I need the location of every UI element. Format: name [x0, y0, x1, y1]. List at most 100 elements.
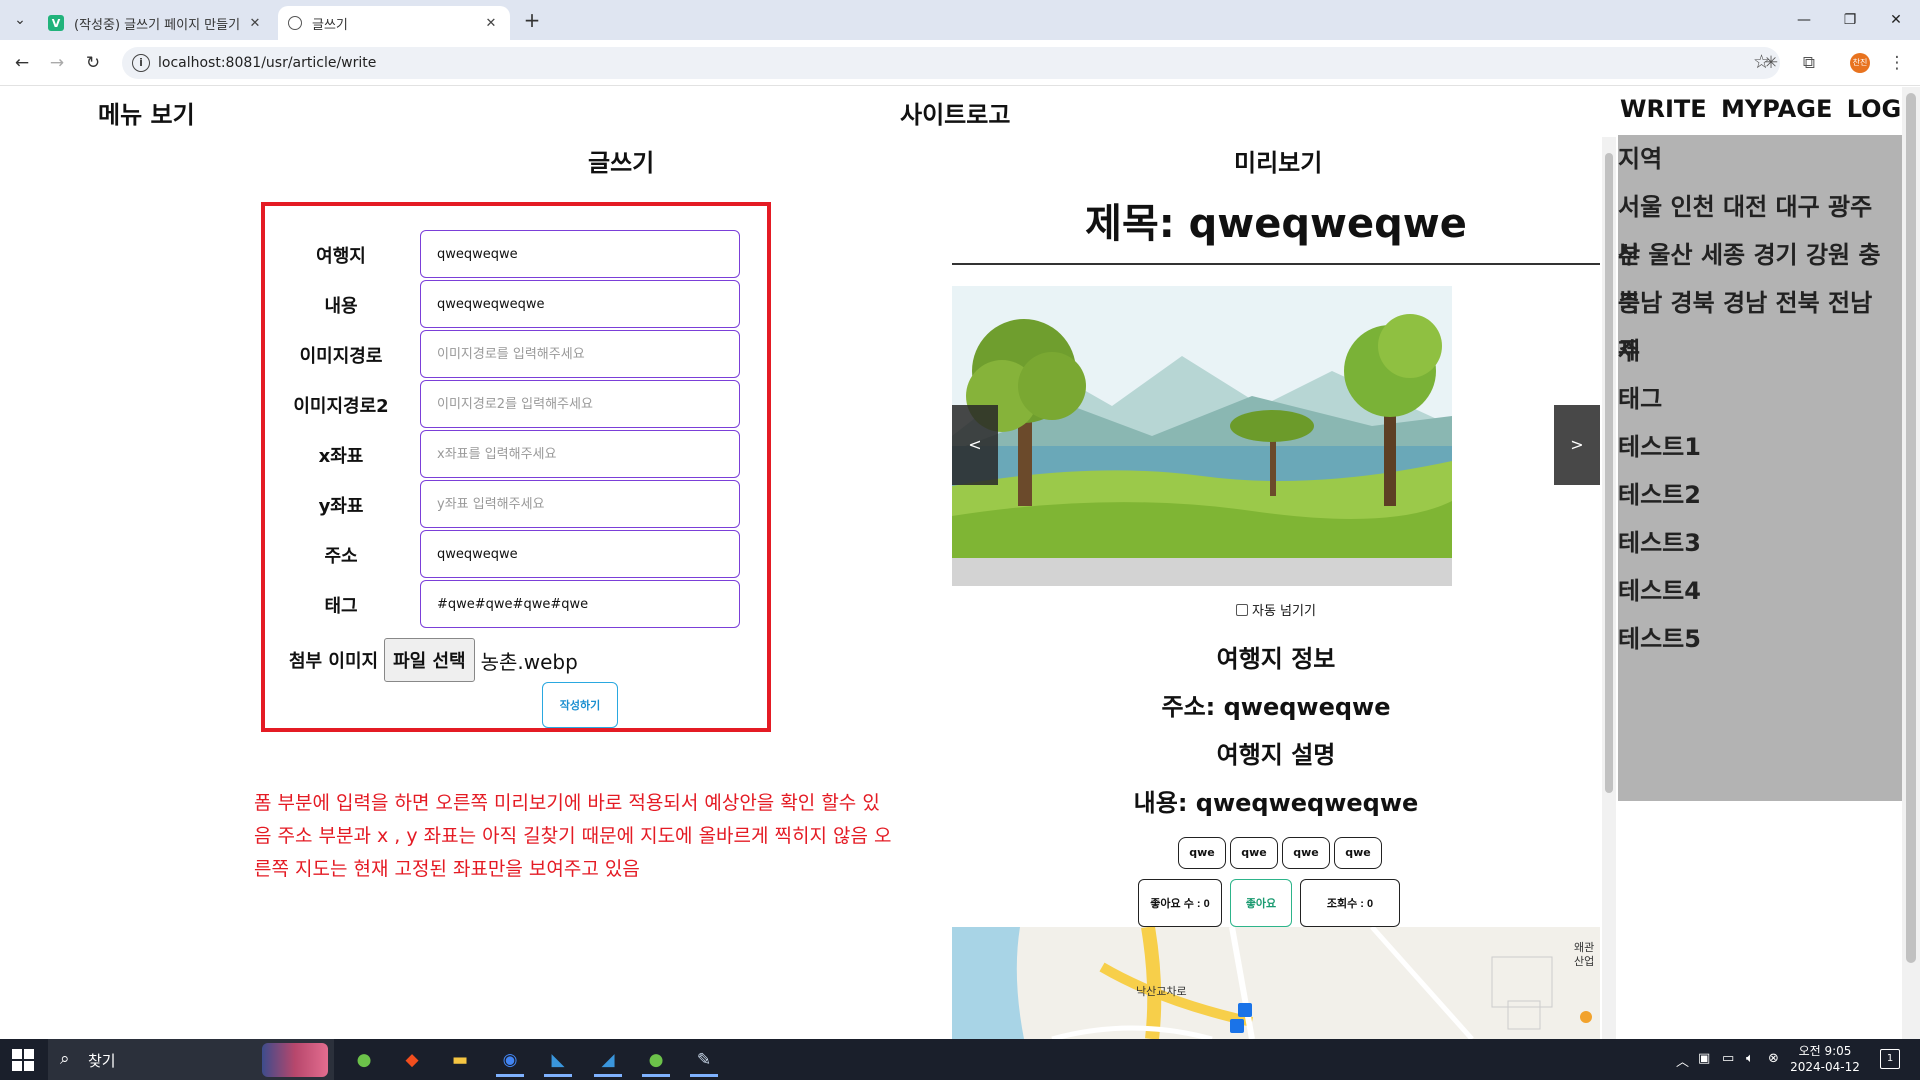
restore-icon[interactable]: ❐ — [1838, 8, 1862, 32]
like-button[interactable]: 좋아요 — [1230, 879, 1292, 927]
auto-slide-toggle[interactable]: 자동 넘기기 — [1236, 600, 1316, 619]
clock-time: 오전 9:05 — [1798, 1044, 1852, 1058]
minimize-icon[interactable]: — — [1792, 8, 1816, 32]
form-row-address: 주소 — [265, 530, 767, 578]
form-heading: 글쓰기 — [588, 149, 655, 177]
view-count-button[interactable]: 조회수 : 0 — [1300, 879, 1400, 927]
taskbar-search[interactable]: ⌕ 찾기 — [48, 1039, 334, 1080]
vscode-icon[interactable]: ◣ — [538, 1043, 578, 1077]
image-path-input[interactable] — [420, 330, 740, 378]
close-icon[interactable]: ✕ — [482, 16, 500, 31]
write-form: 여행지 내용 이미지경로 이미지경로2 x좌표 y좌표 주소 태그 — [261, 202, 771, 732]
tab-write[interactable]: 글쓰기 ✕ — [278, 6, 510, 40]
notification-icon[interactable]: 1 — [1880, 1049, 1900, 1069]
sidebar-region-list[interactable]: 주 — [1618, 327, 1902, 375]
clock[interactable]: 오전 9:05 2024-04-12 — [1782, 1043, 1868, 1075]
carousel-next-button[interactable]: > — [1554, 405, 1600, 485]
muted-icon[interactable]: ⊗ — [1768, 1051, 1779, 1066]
content-line: 내용: qweqweqweqwe — [1133, 789, 1419, 817]
scrollbar-thumb[interactable] — [1906, 93, 1916, 963]
back-arrow-icon[interactable]: ← — [9, 50, 35, 76]
search-icon: ⌕ — [60, 1049, 70, 1069]
field-label: 여행지 — [316, 246, 366, 267]
image-carousel[interactable] — [952, 286, 1452, 586]
page-scrollbar[interactable] — [1902, 87, 1920, 1039]
browser-toolbar: ← → ↻ i localhost:8081/usr/article/write… — [0, 40, 1920, 86]
form-row-image-path2: 이미지경로2 — [265, 380, 767, 428]
more-menu-icon[interactable]: ⋮ — [1884, 50, 1910, 76]
dbeaver-icon[interactable]: ◢ — [588, 1043, 628, 1077]
logout-link[interactable]: LOGOUT — [1847, 95, 1902, 123]
content-scrollbar[interactable] — [1602, 137, 1616, 1039]
file-explorer-icon[interactable]: ▬ — [440, 1043, 480, 1077]
windows-start-icon[interactable] — [12, 1049, 34, 1071]
destination-input[interactable] — [420, 230, 740, 278]
form-row-content: 내용 — [265, 280, 767, 328]
tag-chip[interactable]: qwe — [1334, 837, 1382, 869]
taskbar: ⌕ 찾기 ● ◆ ▬ ◉ ◣ ◢ ● ✎ ︿ ▣ ▭ 🔈︎ ⊗ 오전 9:05 … — [0, 1039, 1920, 1080]
close-icon[interactable]: ✕ — [246, 16, 264, 31]
globe-icon — [288, 16, 302, 30]
network-icon[interactable]: ▭ — [1722, 1051, 1734, 1066]
volume-icon[interactable]: 🔈︎ — [1746, 1051, 1754, 1066]
chrome-icon[interactable]: ◉ — [490, 1043, 530, 1077]
content-input[interactable] — [420, 280, 740, 328]
write-link[interactable]: WRITE — [1620, 95, 1707, 123]
file-select-button[interactable]: 파일 선택 — [384, 638, 475, 682]
new-tab-plus-icon[interactable]: + — [520, 8, 544, 32]
mypage-link[interactable]: MYPAGE — [1721, 95, 1832, 123]
form-row-destination: 여행지 — [265, 230, 767, 278]
field-label: 주소 — [324, 546, 358, 567]
tag-chip[interactable]: qwe — [1230, 837, 1278, 869]
tag-chip[interactable]: qwe — [1178, 837, 1226, 869]
field-label: 이미지경로 — [299, 346, 383, 367]
paint-icon[interactable]: ✎ — [684, 1043, 724, 1077]
tray-camera-icon[interactable]: ▣ — [1698, 1051, 1710, 1066]
preview-heading: 미리보기 — [1234, 149, 1323, 177]
carousel-prev-button[interactable]: < — [952, 405, 998, 485]
sidebar-tag-item[interactable]: 테스트1 — [1618, 423, 1902, 471]
form-row-x-coordinate: x좌표 — [265, 430, 767, 478]
form-row-image-path: 이미지경로 — [265, 330, 767, 378]
forward-arrow-icon[interactable]: → — [44, 50, 70, 76]
tab-write-page-notion[interactable]: V (작성중) 글쓰기 페이지 만들기 ✕ — [38, 6, 274, 40]
map[interactable]: 낙산교차로 왜관 산업 — [952, 927, 1600, 1039]
description-heading: 여행지 설명 — [1216, 741, 1336, 769]
site-logo[interactable]: 사이트로고 — [900, 95, 1010, 130]
scrollbar-thumb[interactable] — [1605, 153, 1613, 793]
y-coordinate-input[interactable] — [420, 480, 740, 528]
sidebar-tag-item[interactable]: 테스트4 — [1618, 567, 1902, 615]
x-coordinate-input[interactable] — [420, 430, 740, 478]
spring-tool-icon[interactable]: ● — [344, 1043, 384, 1077]
field-label: 이미지경로2 — [293, 396, 389, 417]
sidebar-tag-item[interactable]: 테스트2 — [1618, 471, 1902, 519]
address-bar[interactable]: i localhost:8081/usr/article/write ☆ — [122, 47, 1780, 79]
reload-icon[interactable]: ↻ — [80, 50, 106, 76]
field-label: 내용 — [324, 296, 358, 317]
profile-avatar[interactable]: 찬진 — [1850, 53, 1870, 73]
tray-chevron-icon[interactable]: ︿ — [1676, 1051, 1689, 1070]
figma-icon[interactable]: ◆ — [392, 1043, 432, 1077]
tag-chip[interactable]: qwe — [1282, 837, 1330, 869]
url-text[interactable]: localhost:8081/usr/article/write — [158, 55, 376, 71]
extensions-puzzle-icon[interactable]: ⧉ — [1796, 50, 1822, 76]
address-input[interactable] — [420, 530, 740, 578]
site-info-icon[interactable]: i — [132, 54, 150, 72]
sidebar-tag-item[interactable]: 테스트5 — [1618, 615, 1902, 663]
like-count-button[interactable]: 좋아요 수 : 0 — [1138, 879, 1222, 927]
tags-input[interactable] — [420, 580, 740, 628]
submit-button[interactable]: 작성하기 — [542, 682, 618, 728]
spring-tool-icon[interactable]: ● — [636, 1043, 676, 1077]
file-attach-row: 첨부 이미지 파일 선택 농촌.webp — [289, 638, 578, 682]
close-window-icon[interactable]: ✕ — [1884, 8, 1908, 32]
address-line: 주소: qweqweqwe — [1161, 693, 1391, 721]
menu-toggle[interactable]: 메뉴 보기 — [98, 95, 195, 130]
extension-sun-icon[interactable]: ✳ — [1758, 50, 1784, 76]
sidebar-tag-heading: 태그 — [1618, 385, 1663, 413]
sidebar-tag-item[interactable]: 테스트3 — [1618, 519, 1902, 567]
tab-search-chevron-icon[interactable]: ⌄ — [8, 8, 32, 32]
image-path2-input[interactable] — [420, 380, 740, 428]
auto-slide-checkbox[interactable] — [1236, 603, 1248, 616]
file-name: 농촌.webp — [480, 649, 578, 674]
map-label: 낙산교차로 — [1136, 985, 1187, 998]
